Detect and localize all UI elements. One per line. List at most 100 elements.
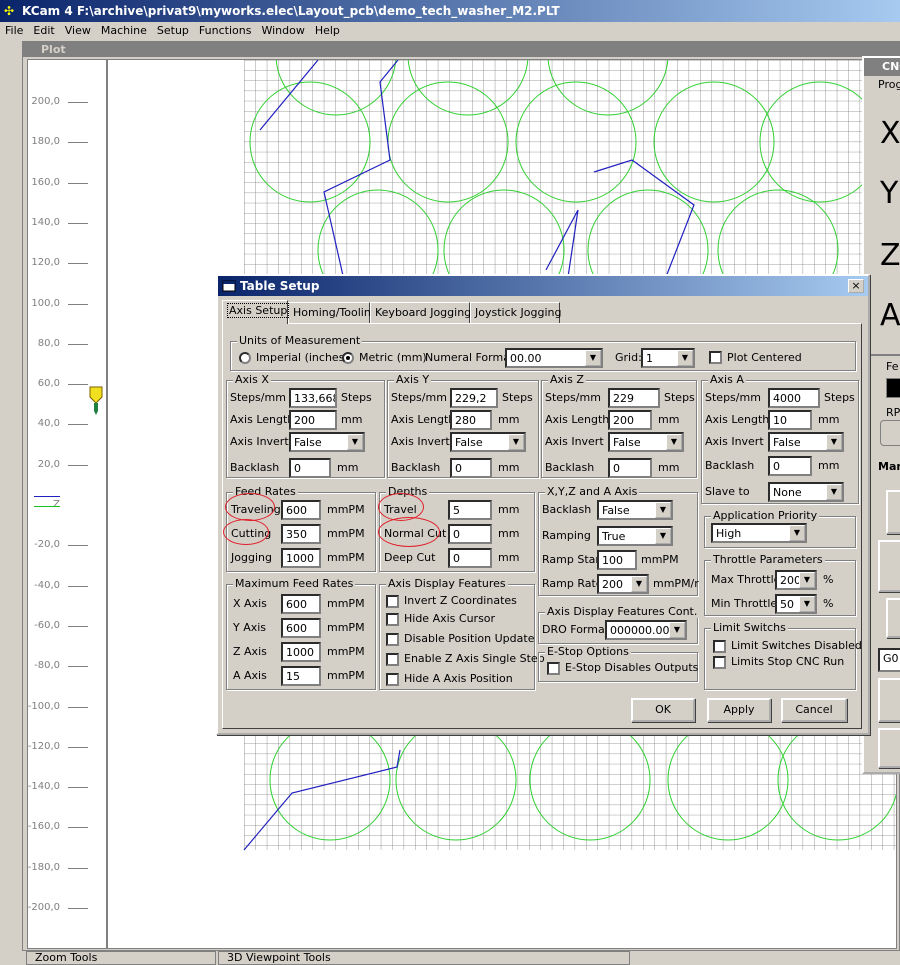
jogging-input[interactable]: 1000 xyxy=(281,548,321,568)
feed-rates-group: Feed Rates Traveling 600 mmPM Cutting 35… xyxy=(223,485,376,572)
menu-view[interactable]: View xyxy=(60,22,96,37)
chevron-down-icon: ▼ xyxy=(669,622,685,638)
travel-input[interactable]: 5 xyxy=(448,500,492,520)
menu-machine[interactable]: Machine xyxy=(96,22,152,37)
chevron-down-icon: ▼ xyxy=(347,434,363,450)
xyza-backlash-label: Backlash xyxy=(542,503,592,516)
app-priority-select[interactable]: High ▼ xyxy=(711,523,807,543)
tab-keyboard-jogging[interactable]: Keyboard Jogging xyxy=(370,302,471,323)
max-feed-a-input[interactable]: 15 xyxy=(281,666,321,686)
tab-homing-tooling[interactable]: Homing/Tooling xyxy=(288,302,378,323)
axis-x-invert-select[interactable]: False ▼ xyxy=(289,432,365,452)
axis-y-invert-select[interactable]: False ▼ xyxy=(450,432,526,452)
axis-a-steps-input[interactable]: 4000 xyxy=(768,388,820,408)
status-bar: Zoom Tools 3D Viewpoint Tools xyxy=(22,951,900,965)
cnc-run-button[interactable] xyxy=(878,678,900,722)
axis-y-backlash-input[interactable]: 0 xyxy=(450,458,492,478)
manual-button-2[interactable] xyxy=(878,540,900,592)
menu-setup[interactable]: Setup xyxy=(152,22,194,37)
numeral-format-select[interactable]: 00.00 ▼ xyxy=(505,348,603,368)
ramp-start-input[interactable]: 100 xyxy=(597,550,637,570)
max-feed-y-input[interactable]: 600 xyxy=(281,618,321,638)
imperial-radio[interactable] xyxy=(239,352,251,364)
hide-a-axis-checkbox[interactable] xyxy=(386,673,399,686)
traveling-input[interactable]: 600 xyxy=(281,500,321,520)
jogging-unit: mmPM xyxy=(327,551,365,564)
max-feed-z-input[interactable]: 1000 xyxy=(281,642,321,662)
ok-button[interactable]: OK xyxy=(631,698,695,722)
ruler-tick-label: 160,0 xyxy=(31,176,60,188)
cancel-button[interactable]: Cancel xyxy=(781,698,847,722)
ruler-tick xyxy=(68,908,88,909)
grid-select[interactable]: 1 ▼ xyxy=(641,348,695,368)
plot-centered-checkbox[interactable] xyxy=(709,351,722,364)
invert-z-checkbox[interactable] xyxy=(386,595,399,608)
max-throttle-select[interactable]: 200 ▼ xyxy=(775,570,817,590)
ramping-select[interactable]: True ▼ xyxy=(597,526,673,546)
tool-position-icon[interactable] xyxy=(88,385,104,415)
axis-y-length-input[interactable]: 280 xyxy=(450,410,492,430)
axis-z-length-input[interactable]: 200 xyxy=(608,410,652,430)
limit-stop-checkbox[interactable] xyxy=(713,656,726,669)
hide-cursor-checkbox[interactable] xyxy=(386,613,399,626)
menu-edit[interactable]: Edit xyxy=(28,22,59,37)
max-feed-y-unit: mmPM xyxy=(327,621,365,634)
manual-button-3[interactable] xyxy=(886,598,900,638)
throttle-label: Throttle Parameters xyxy=(711,553,825,566)
axis-z-backlash-input[interactable]: 0 xyxy=(608,458,652,478)
feed-display xyxy=(886,378,900,398)
limit-disabled-checkbox[interactable] xyxy=(713,640,726,653)
axis-a-length-input[interactable]: 10 xyxy=(768,410,812,430)
menu-file[interactable]: File xyxy=(0,22,28,37)
axis-x-label: Axis X xyxy=(233,373,271,386)
slave-to-select[interactable]: None ▼ xyxy=(768,482,844,502)
chevron-down-icon: ▼ xyxy=(631,576,647,592)
limit-stop-label: Limits Stop CNC Run xyxy=(731,655,845,668)
manual-button-1[interactable] xyxy=(886,490,900,534)
axis-z-invert-select[interactable]: False ▼ xyxy=(608,432,684,452)
axis-y-steps-input[interactable]: 229,2 xyxy=(450,388,498,408)
disable-position-checkbox[interactable] xyxy=(386,633,399,646)
hide-cursor-label: Hide Axis Cursor xyxy=(404,612,496,625)
menu-functions[interactable]: Functions xyxy=(194,22,257,37)
ruler-tick-label: -40,0 xyxy=(34,579,60,591)
axis-setup-panel: Units of Measurement Imperial (inches) M… xyxy=(222,323,862,729)
xyza-backlash-select[interactable]: False ▼ xyxy=(597,500,673,520)
axis-a-invert-select[interactable]: False ▼ xyxy=(768,432,844,452)
normal-cut-input[interactable]: 0 xyxy=(448,524,492,544)
axis-x-steps-input[interactable]: 133,668 xyxy=(289,388,337,408)
plot-window-title: Plot xyxy=(23,42,900,57)
dialog-close-button[interactable]: × xyxy=(848,279,864,293)
min-throttle-select[interactable]: 50 ▼ xyxy=(775,594,817,614)
menu-help[interactable]: Help xyxy=(310,22,345,37)
axis-a-length-unit: mm xyxy=(818,413,840,426)
ramp-rate-unit: mmPM/r xyxy=(653,577,699,590)
menu-window[interactable]: Window xyxy=(256,22,309,37)
tab-joystick-jogging[interactable]: Joystick Jogging xyxy=(470,302,561,323)
menu-bar: File Edit View Machine Setup Functions Window H… xyxy=(0,22,900,41)
cutting-input[interactable]: 350 xyxy=(281,524,321,544)
viewpoint-tools-panel[interactable]: 3D Viewpoint Tools xyxy=(218,951,630,965)
axis-z-steps-input[interactable]: 229 xyxy=(608,388,660,408)
tab-axis-setup[interactable]: Axis Setup xyxy=(222,300,290,324)
gcode-input[interactable]: G0 xyxy=(878,648,900,672)
max-feed-x-input[interactable]: 600 xyxy=(281,594,321,614)
max-feed-a-unit: mmPM xyxy=(327,669,365,682)
z-single-step-checkbox[interactable] xyxy=(386,653,399,666)
axis-a-backlash-input[interactable]: 0 xyxy=(768,456,812,476)
disable-position-label: Disable Position Update xyxy=(404,632,535,645)
metric-radio[interactable] xyxy=(342,352,354,364)
zoom-tools-panel[interactable]: Zoom Tools xyxy=(26,951,216,965)
axis-x-backlash-input[interactable]: 0 xyxy=(289,458,331,478)
rpm-control[interactable] xyxy=(880,420,900,446)
apply-button[interactable]: Apply xyxy=(707,698,771,722)
dro-format-select[interactable]: 000000.000 ▼ xyxy=(605,620,687,640)
axis-x-length-input[interactable]: 200 xyxy=(289,410,337,430)
deep-cut-input[interactable]: 0 xyxy=(448,548,492,568)
ramp-rate-select[interactable]: 200 ▼ xyxy=(597,574,649,594)
estop-disables-checkbox[interactable] xyxy=(547,662,560,675)
slave-to-label: Slave to xyxy=(705,485,750,498)
ruler-tick xyxy=(68,424,88,426)
cnc-stop-button[interactable] xyxy=(878,728,900,768)
max-feed-label: Maximum Feed Rates xyxy=(233,577,356,590)
